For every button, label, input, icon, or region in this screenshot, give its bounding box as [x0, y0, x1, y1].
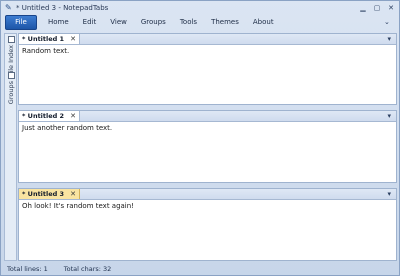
tab-untitled-3[interactable]: * Untitled 3 ✕	[19, 189, 80, 199]
menu-themes[interactable]: Themes	[208, 16, 242, 29]
pane-header: * Untitled 2 ✕ ▾	[19, 111, 396, 122]
pane-header: * Untitled 3 ✕ ▾	[19, 189, 396, 200]
menu-tools[interactable]: Tools	[177, 16, 200, 29]
groups-icon	[7, 72, 15, 79]
editor-text[interactable]: Random text.	[22, 47, 69, 55]
sidebar-tab-groups[interactable]: Groups	[6, 72, 16, 104]
tab-label: * Untitled 3	[22, 190, 65, 198]
menu-view[interactable]: View	[107, 16, 130, 29]
tab-untitled-2[interactable]: * Untitled 2 ✕	[19, 111, 80, 121]
close-tab-icon[interactable]: ✕	[70, 112, 76, 120]
window-title: * Untitled 3 - NotepadTabs	[16, 4, 109, 12]
close-icon[interactable]: ✕	[387, 4, 395, 12]
pane-menu-icon[interactable]: ▾	[387, 35, 391, 43]
pane-menu-icon[interactable]: ▾	[387, 112, 391, 120]
menu-about[interactable]: About	[250, 16, 277, 29]
close-tab-icon[interactable]: ✕	[70, 35, 76, 43]
menu-groups[interactable]: Groups	[138, 16, 169, 29]
tab-label: * Untitled 1	[22, 35, 65, 43]
title-bar: ✎ * Untitled 3 - NotepadTabs ▁ ▢ ✕	[1, 1, 399, 15]
menu-edit[interactable]: Edit	[80, 16, 100, 29]
editor-text[interactable]: Just another random text.	[22, 124, 112, 132]
app-window: ✎ * Untitled 3 - NotepadTabs ▁ ▢ ✕ File …	[0, 0, 400, 276]
editor-pane-3: * Untitled 3 ✕ ▾ Oh look! It's random te…	[18, 188, 397, 261]
sidebar-tab-label: Groups	[7, 81, 15, 105]
menu-bar: File Home Edit View Groups Tools Themes …	[1, 15, 399, 30]
tab-untitled-1[interactable]: * Untitled 1 ✕	[19, 34, 80, 44]
ribbon-collapse-icon[interactable]: ⌄	[384, 18, 392, 26]
editor-text[interactable]: Oh look! It's random text again!	[22, 202, 134, 210]
app-icon: ✎	[5, 3, 12, 12]
total-lines: Total lines: 1	[7, 265, 48, 273]
tab-label: * Untitled 2	[22, 112, 65, 120]
file-icon	[7, 36, 15, 43]
minimize-icon[interactable]: ▁	[359, 4, 367, 12]
sidebar-tab-file-index[interactable]: File Index	[6, 36, 16, 76]
pane-menu-icon[interactable]: ▾	[387, 190, 391, 198]
maximize-icon[interactable]: ▢	[373, 4, 381, 12]
total-chars: Total chars: 32	[63, 265, 112, 273]
status-bar: Total lines: 1 Total chars: 32	[1, 263, 399, 275]
editor-pane-2: * Untitled 2 ✕ ▾ Just another random tex…	[18, 110, 397, 183]
side-panel: File Index Groups	[4, 33, 17, 261]
file-menu-button[interactable]: File	[5, 15, 37, 30]
close-tab-icon[interactable]: ✕	[70, 190, 76, 198]
pane-header: * Untitled 1 ✕ ▾	[19, 34, 396, 45]
window-controls: ▁ ▢ ✕	[359, 4, 395, 12]
menu-home[interactable]: Home	[45, 16, 72, 29]
editor-pane-1: * Untitled 1 ✕ ▾ Random text.	[18, 33, 397, 105]
